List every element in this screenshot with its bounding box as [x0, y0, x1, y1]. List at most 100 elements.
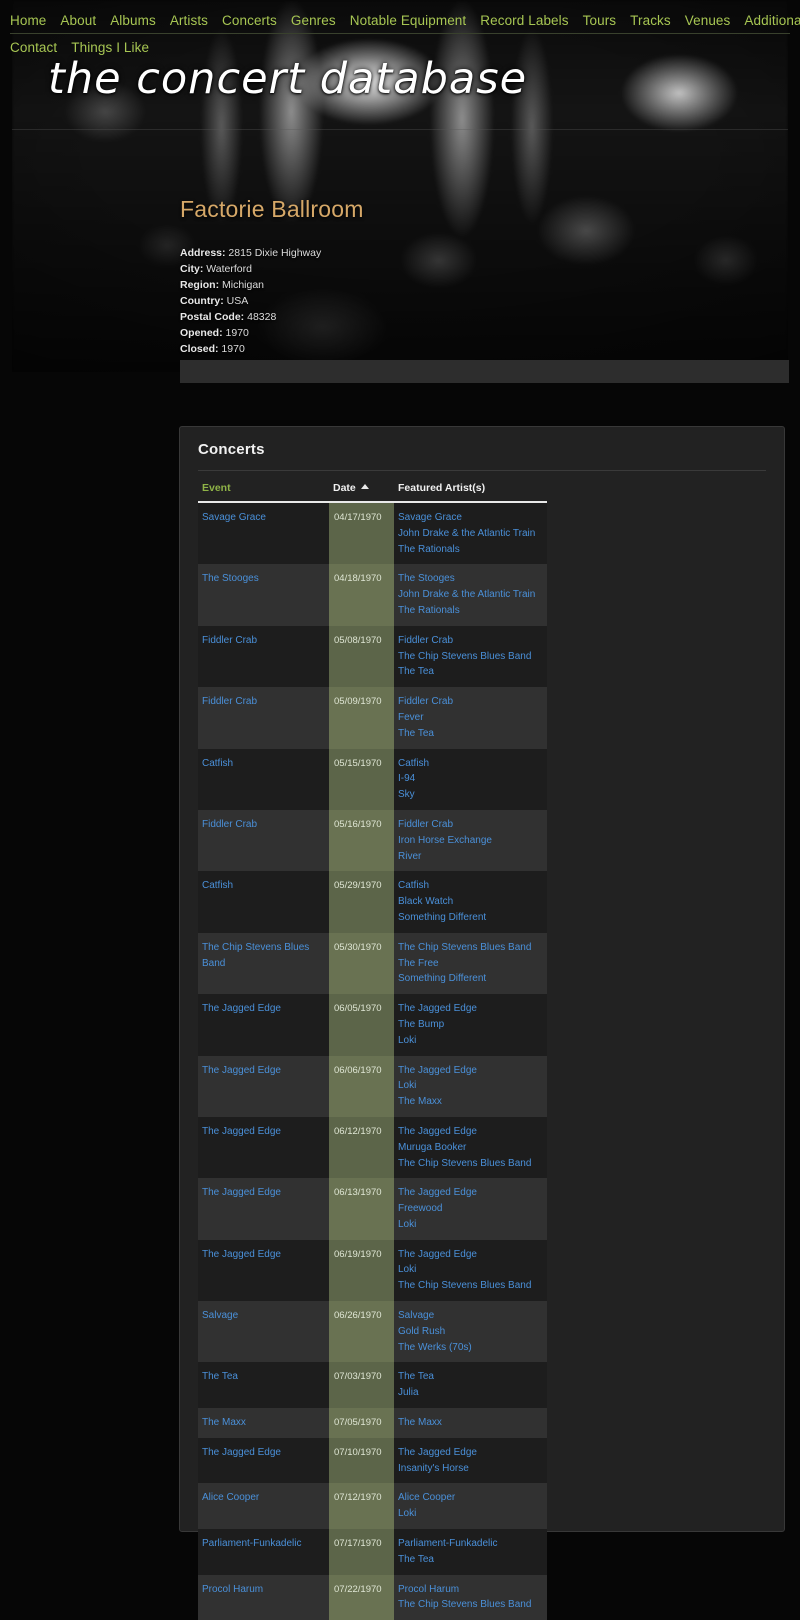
venue-field-value: Waterford: [203, 263, 252, 275]
event-link[interactable]: Savage Grace: [202, 510, 325, 526]
event-link[interactable]: Parliament-Funkadelic: [202, 1536, 325, 1552]
artist-link[interactable]: The Chip Stevens Blues Band: [398, 1156, 543, 1172]
nav-concerts[interactable]: Concerts: [222, 13, 277, 28]
event-link[interactable]: The Maxx: [202, 1415, 325, 1431]
table-row: The Tea07/03/1970The TeaJulia: [198, 1362, 547, 1408]
nav-things-i-like[interactable]: Things I Like: [71, 40, 149, 55]
nav-about[interactable]: About: [60, 13, 96, 28]
artist-link[interactable]: Catfish: [398, 878, 543, 894]
event-link[interactable]: Catfish: [202, 878, 325, 894]
artist-link[interactable]: Muruga Booker: [398, 1140, 543, 1156]
nav-venues[interactable]: Venues: [685, 13, 731, 28]
artist-link[interactable]: Loki: [398, 1262, 543, 1278]
nav-tours[interactable]: Tours: [583, 13, 617, 28]
artist-link[interactable]: Savage Grace: [398, 510, 543, 526]
event-link[interactable]: The Jagged Edge: [202, 1001, 325, 1017]
artist-link[interactable]: Loki: [398, 1506, 543, 1522]
artist-link[interactable]: Sky: [398, 787, 543, 803]
event-link[interactable]: The Chip Stevens Blues Band: [202, 940, 325, 972]
artist-link[interactable]: The Chip Stevens Blues Band: [398, 1278, 543, 1294]
artist-link[interactable]: Loki: [398, 1033, 543, 1049]
nav-artists[interactable]: Artists: [170, 13, 208, 28]
artist-link[interactable]: The Maxx: [398, 1415, 543, 1431]
artist-link[interactable]: Julia: [398, 1385, 543, 1401]
cell-date: 06/19/1970: [329, 1240, 394, 1301]
artist-link[interactable]: The Jagged Edge: [398, 1247, 543, 1263]
nav-notable-equipment[interactable]: Notable Equipment: [350, 13, 467, 28]
artist-link[interactable]: The Tea: [398, 726, 543, 742]
table-row: The Chip Stevens Blues Band05/30/1970The…: [198, 933, 547, 994]
artist-link[interactable]: The Jagged Edge: [398, 1124, 543, 1140]
event-link[interactable]: The Jagged Edge: [202, 1445, 325, 1461]
column-header-date[interactable]: Date: [329, 480, 394, 502]
artist-link[interactable]: The Free: [398, 956, 543, 972]
artist-link[interactable]: The Tea: [398, 1552, 543, 1568]
nav-genres[interactable]: Genres: [291, 13, 336, 28]
event-link[interactable]: The Jagged Edge: [202, 1185, 325, 1201]
table-row: Fiddler Crab05/09/1970Fiddler CrabFeverT…: [198, 687, 547, 748]
artist-link[interactable]: The Tea: [398, 1369, 543, 1385]
event-link[interactable]: Fiddler Crab: [202, 694, 325, 710]
event-link[interactable]: Catfish: [202, 756, 325, 772]
artist-link[interactable]: I-94: [398, 771, 543, 787]
artist-link[interactable]: The Chip Stevens Blues Band: [398, 940, 543, 956]
artist-link[interactable]: The Maxx: [398, 1094, 543, 1110]
artist-link[interactable]: The Jagged Edge: [398, 1185, 543, 1201]
artist-link[interactable]: Catfish: [398, 756, 543, 772]
event-link[interactable]: The Tea: [202, 1369, 325, 1385]
event-link[interactable]: The Jagged Edge: [202, 1247, 325, 1263]
artist-link[interactable]: The Stooges: [398, 571, 543, 587]
artist-link[interactable]: Gold Rush: [398, 1324, 543, 1340]
artist-link[interactable]: John Drake & the Atlantic Train: [398, 526, 543, 542]
artist-link[interactable]: The Tea: [398, 664, 543, 680]
event-link[interactable]: Salvage: [202, 1308, 325, 1324]
artist-link[interactable]: The Jagged Edge: [398, 1001, 543, 1017]
artist-link[interactable]: Insanity's Horse: [398, 1461, 543, 1477]
artist-link[interactable]: The Rationals: [398, 603, 543, 619]
nav-additional-artists[interactable]: Additional Artists: [744, 13, 800, 28]
artist-link[interactable]: Alice Cooper: [398, 1490, 543, 1506]
nav-contact[interactable]: Contact: [10, 40, 57, 55]
artist-link[interactable]: River: [398, 849, 543, 865]
artist-link[interactable]: The Chip Stevens Blues Band: [398, 649, 543, 665]
artist-link[interactable]: Salvage: [398, 1308, 543, 1324]
artist-link[interactable]: Loki: [398, 1217, 543, 1233]
artist-link[interactable]: The Bump: [398, 1017, 543, 1033]
artist-link[interactable]: The Werks (70s): [398, 1340, 543, 1356]
nav-tracks[interactable]: Tracks: [630, 13, 671, 28]
artist-link[interactable]: The Chip Stevens Blues Band: [398, 1597, 543, 1613]
cell-featured-artists: The Jagged EdgeInsanity's Horse: [394, 1438, 547, 1484]
column-header-event[interactable]: Event: [198, 480, 329, 502]
artist-link[interactable]: Loki: [398, 1078, 543, 1094]
artist-link[interactable]: Fever: [398, 710, 543, 726]
venue-field-label: Closed:: [180, 343, 219, 355]
concerts-table-body: Savage Grace04/17/1970Savage GraceJohn D…: [198, 502, 547, 1620]
artist-link[interactable]: John Drake & the Atlantic Train: [398, 587, 543, 603]
event-link[interactable]: Fiddler Crab: [202, 817, 325, 833]
artist-link[interactable]: Iron Horse Exchange: [398, 833, 543, 849]
artist-link[interactable]: The Jagged Edge: [398, 1063, 543, 1079]
event-link[interactable]: Procol Harum: [202, 1582, 325, 1598]
artist-link[interactable]: Something Different: [398, 910, 543, 926]
artist-link[interactable]: The Rationals: [398, 542, 543, 558]
artist-link[interactable]: Black Watch: [398, 894, 543, 910]
nav-record-labels[interactable]: Record Labels: [480, 13, 568, 28]
artist-link[interactable]: Fiddler Crab: [398, 633, 543, 649]
nav-albums[interactable]: Albums: [110, 13, 156, 28]
artist-link[interactable]: Something Different: [398, 971, 543, 987]
event-link[interactable]: The Stooges: [202, 571, 325, 587]
cell-event: Catfish: [198, 749, 329, 810]
artist-link[interactable]: Fiddler Crab: [398, 817, 543, 833]
nav-row-primary: Home About Albums Artists Concerts Genres Nota…: [10, 7, 790, 34]
nav-home[interactable]: Home: [10, 13, 46, 28]
artist-link[interactable]: Parliament-Funkadelic: [398, 1536, 543, 1552]
artist-link[interactable]: The Jagged Edge: [398, 1445, 543, 1461]
event-link[interactable]: Alice Cooper: [202, 1490, 325, 1506]
event-link[interactable]: Fiddler Crab: [202, 633, 325, 649]
artist-link[interactable]: Procol Harum: [398, 1582, 543, 1598]
artist-link[interactable]: Fiddler Crab: [398, 694, 543, 710]
event-link[interactable]: The Jagged Edge: [202, 1063, 325, 1079]
column-header-featured-artists[interactable]: Featured Artist(s): [394, 480, 547, 502]
event-link[interactable]: The Jagged Edge: [202, 1124, 325, 1140]
artist-link[interactable]: Freewood: [398, 1201, 543, 1217]
